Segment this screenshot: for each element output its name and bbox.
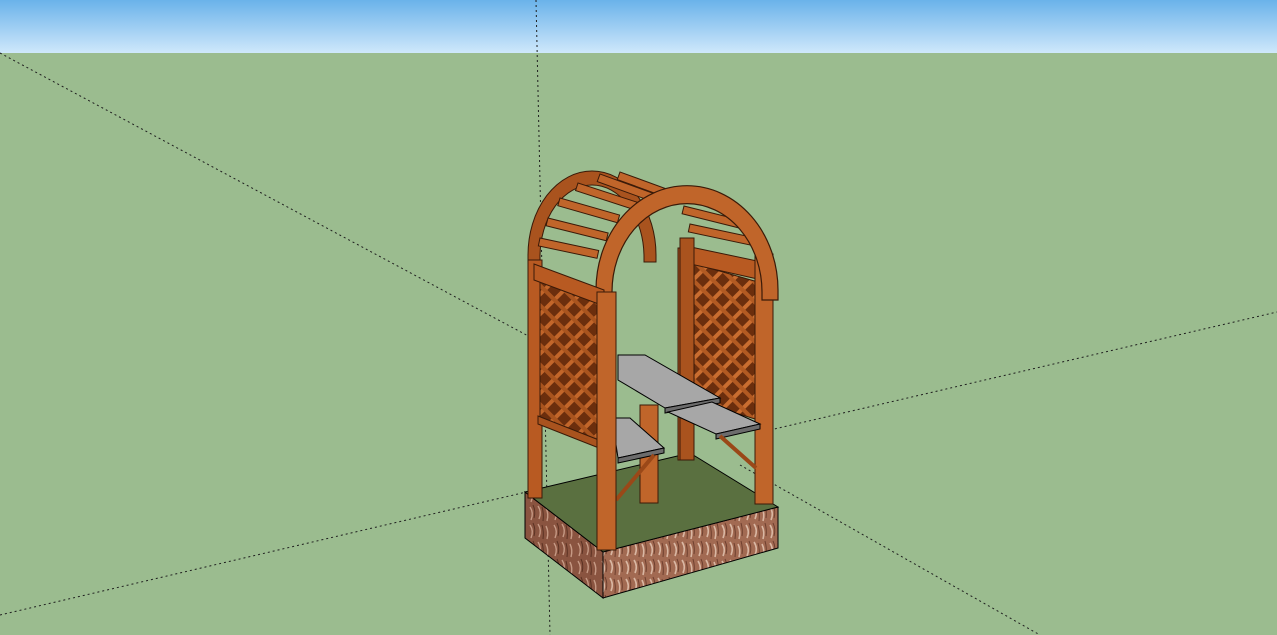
sketchup-viewport[interactable] [0, 0, 1277, 635]
3d-scene[interactable] [0, 0, 1277, 635]
right-back-post [679, 237, 695, 461]
sky [0, 0, 1277, 53]
left-front-post [596, 291, 617, 551]
